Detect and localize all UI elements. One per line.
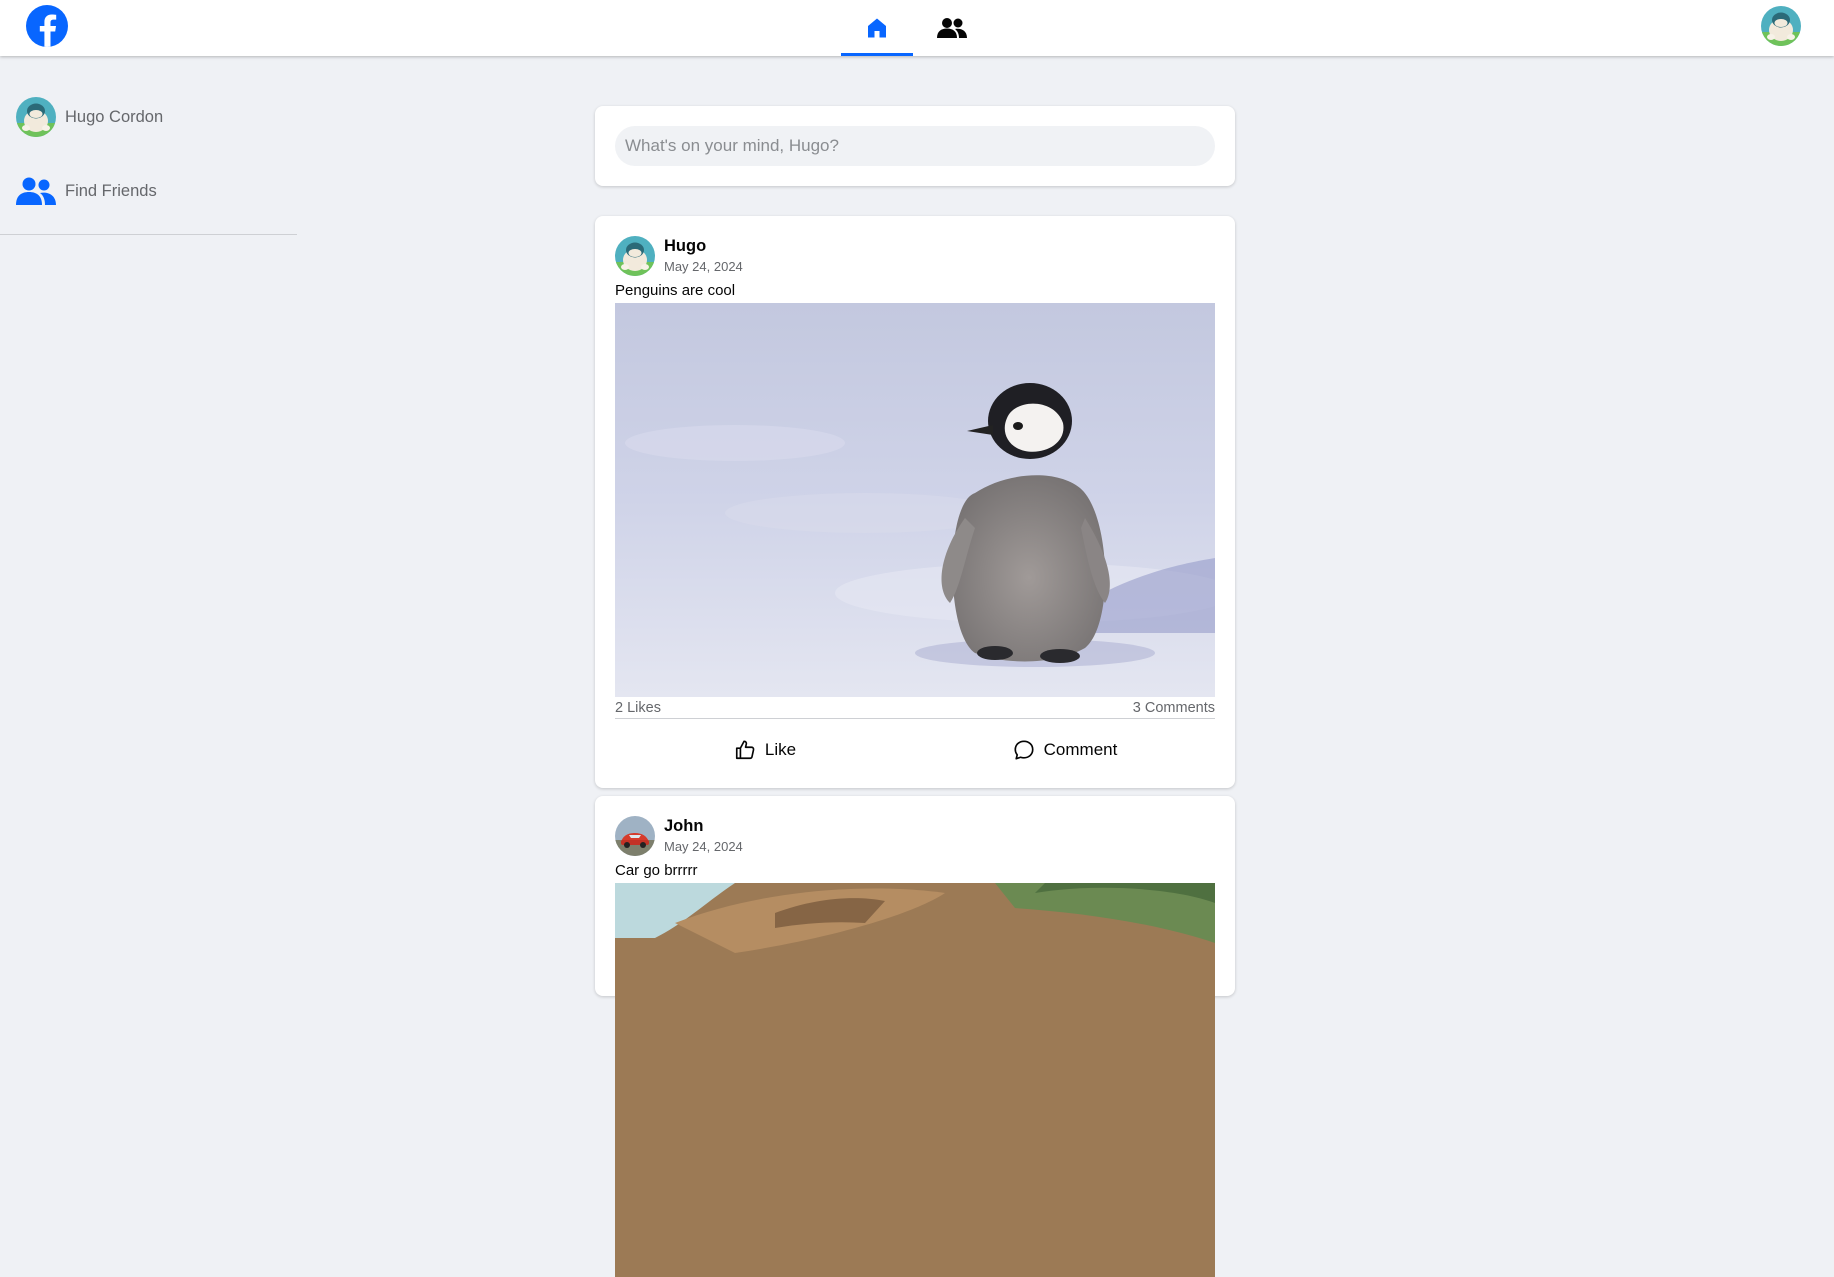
sidebar-item-find-friends[interactable]: Find Friends — [0, 154, 297, 228]
post-actions: Like Comment — [615, 719, 1215, 781]
post-header: Hugo May 24, 2024 — [615, 236, 1215, 276]
home-icon — [868, 18, 886, 38]
post-author-name[interactable]: Hugo — [664, 237, 743, 255]
top-bar — [0, 0, 1834, 56]
like-button[interactable]: Like — [615, 719, 915, 781]
thumbs-up-icon — [735, 740, 755, 760]
comment-button[interactable]: Comment — [915, 719, 1215, 781]
nav-tab-home[interactable] — [841, 0, 913, 56]
sidebar-item-profile[interactable]: Hugo Cordon — [0, 80, 297, 154]
comment-icon — [1014, 740, 1034, 760]
sidebar-find-friends-label: Find Friends — [65, 181, 157, 200]
sidebar-profile-name: Hugo Cordon — [65, 107, 164, 126]
post-card: Hugo May 24, 2024 Penguins are cool 2 Li… — [595, 216, 1235, 788]
post-image-penguin[interactable] — [615, 303, 1215, 697]
post-composer — [595, 106, 1235, 186]
post-author-avatar[interactable] — [615, 236, 655, 276]
post-image-car[interactable] — [615, 883, 1215, 1277]
comment-label: Comment — [1043, 740, 1118, 759]
left-sidebar: Hugo Cordon Find Friends — [0, 80, 297, 235]
profile-avatar — [16, 97, 56, 137]
post-author-avatar[interactable] — [615, 816, 655, 856]
post-stats: 2 Likes 3 Comments — [615, 697, 1215, 719]
account-avatar[interactable] — [1761, 6, 1801, 46]
post-author-name[interactable]: John — [664, 817, 743, 835]
comments-count[interactable]: 3 Comments — [1133, 700, 1215, 718]
likes-count[interactable]: 2 Likes — [615, 700, 661, 718]
post-date: May 24, 2024 — [664, 839, 743, 854]
post-text: Car go brrrrr — [615, 862, 698, 879]
facebook-logo-icon[interactable] — [26, 5, 68, 47]
post-text: Penguins are cool — [615, 282, 736, 299]
friends-icon — [16, 177, 56, 205]
like-label: Like — [764, 740, 797, 759]
friends-icon — [937, 18, 967, 38]
post-header: John May 24, 2024 — [615, 816, 1215, 856]
composer-input[interactable] — [615, 126, 1215, 166]
sidebar-divider — [0, 234, 297, 235]
nav-tab-friends[interactable] — [916, 0, 988, 56]
post-card: John May 24, 2024 Car go brrrrr — [595, 796, 1235, 1277]
post-date: May 24, 2024 — [664, 259, 743, 274]
